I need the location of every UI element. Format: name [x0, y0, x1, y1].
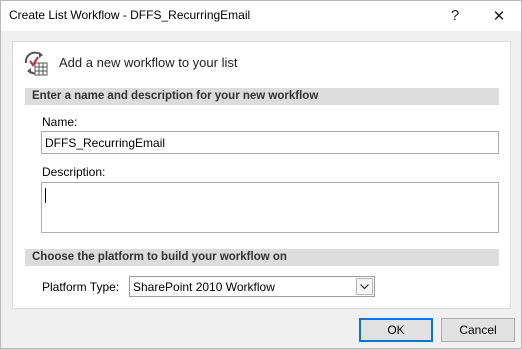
name-section-header: Enter a name and description for your ne… [25, 88, 499, 105]
platform-section-header: Choose the platform to build your workfl… [25, 249, 499, 266]
window-title: Create List Workflow - DFFS_RecurringEma… [9, 8, 251, 22]
platform-section-heading: Choose the platform to build your workfl… [32, 251, 287, 263]
help-icon: ? [450, 7, 460, 24]
create-list-workflow-dialog: Create List Workflow - DFFS_RecurringEma… [0, 0, 522, 349]
name-input[interactable]: DFFS_RecurringEmail [41, 131, 499, 154]
cancel-button[interactable]: Cancel [441, 318, 515, 342]
platform-type-label: Platform Type: [42, 280, 120, 294]
text-caret [45, 188, 46, 203]
dropdown-arrow-button[interactable] [356, 278, 373, 295]
name-section-heading: Enter a name and description for your ne… [32, 90, 319, 102]
title-bar: Create List Workflow - DFFS_RecurringEma… [1, 1, 521, 31]
platform-type-select[interactable]: SharePoint 2010 Workflow [129, 276, 375, 297]
ok-button[interactable]: OK [359, 318, 433, 342]
workflow-form-panel: Add a new workflow to your list Enter a … [12, 41, 511, 309]
workflow-icon [24, 51, 48, 76]
platform-type-value: SharePoint 2010 Workflow [133, 280, 275, 294]
dialog-header-text: Add a new workflow to your list [59, 55, 238, 70]
close-icon: ✕ [492, 7, 506, 25]
close-button[interactable]: ✕ [477, 1, 521, 30]
name-label: Name: [42, 115, 78, 129]
chevron-down-icon [360, 283, 369, 289]
description-input[interactable] [41, 182, 499, 233]
help-button[interactable]: ? [433, 1, 477, 30]
description-label: Description: [42, 165, 106, 179]
